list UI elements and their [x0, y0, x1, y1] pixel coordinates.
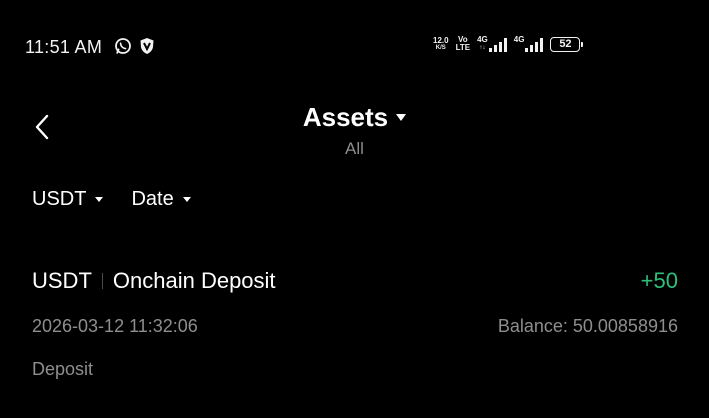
assets-dropdown[interactable]: Assets: [302, 102, 407, 133]
transaction-row[interactable]: USDT Onchain Deposit +50 2026-03-12 11:3…: [0, 262, 709, 392]
filter-currency[interactable]: USDT: [32, 188, 104, 211]
filter-bar: USDT Date: [32, 188, 191, 211]
caret-down-icon: [95, 197, 104, 202]
caret-down-icon: [182, 197, 191, 202]
signal-icon-2: 4G: [514, 36, 544, 52]
transaction-balance: Balance: 50.00858916: [497, 316, 678, 336]
page-subtitle: All: [345, 139, 364, 158]
filter-date[interactable]: Date: [131, 188, 191, 211]
status-time: 11:51 AM: [25, 37, 103, 57]
transaction-asset: USDT: [32, 268, 92, 293]
transaction-type-title: Onchain Deposit: [112, 268, 276, 293]
header: Assets: [0, 102, 709, 133]
network-speed: 12.0 K/S: [433, 35, 449, 51]
page-title: Assets: [302, 102, 389, 132]
caret-down-icon: [396, 114, 407, 121]
vpn-icon: [138, 37, 156, 60]
filter-currency-label: USDT: [32, 188, 87, 210]
transaction-datetime: 2026-03-12 11:32:06: [32, 316, 198, 336]
filter-date-label: Date: [131, 188, 174, 210]
whatsapp-icon: [114, 37, 132, 60]
transaction-title: USDT Onchain Deposit: [32, 268, 276, 294]
status-system-icons: 12.0 K/S Vo LTE 4G ↑↓ 4G 52: [433, 35, 584, 52]
status-notification-icons: [114, 37, 156, 60]
status-bar: 11:51 AM 12.0 K/S Vo LTE 4G ↑↓ 4G 52: [0, 0, 709, 90]
battery-icon: 52: [550, 36, 584, 52]
signal-icon: 4G ↑↓: [477, 36, 507, 52]
transaction-category: Deposit: [32, 359, 94, 379]
transaction-amount: +50: [640, 268, 678, 293]
volte-indicator: Vo LTE: [455, 35, 471, 52]
title-divider: [101, 273, 103, 289]
